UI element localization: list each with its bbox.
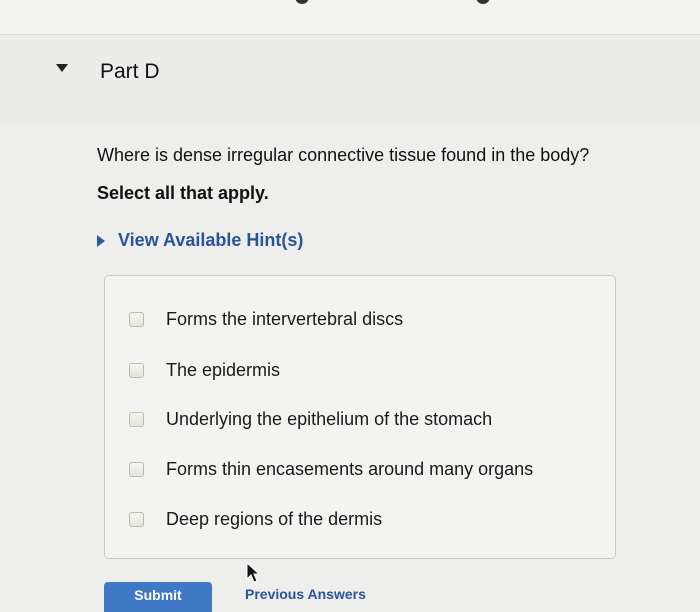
option-checkbox[interactable] — [129, 512, 144, 527]
previous-answers-link[interactable]: Previous Answers — [245, 586, 366, 602]
caret-right-icon — [97, 234, 105, 247]
option-intervertebral-discs[interactable]: Forms the intervertebral discs — [129, 309, 403, 330]
part-title: Part D — [100, 60, 160, 83]
arrow-cursor-icon — [246, 562, 260, 583]
option-epidermis[interactable]: The epidermis — [129, 360, 280, 381]
option-stomach-epithelium[interactable]: Underlying the epithelium of the stomach — [129, 409, 492, 430]
question-text: Where is dense irregular connective tiss… — [97, 145, 590, 165]
option-dermis[interactable]: Deep regions of the dermis — [129, 509, 382, 530]
caret-down-icon[interactable] — [56, 64, 68, 72]
question-instruction: Select all that apply. — [97, 183, 269, 203]
option-checkbox[interactable] — [129, 462, 144, 477]
view-hints-label: View Available Hint(s) — [118, 230, 304, 250]
option-checkbox[interactable] — [129, 312, 144, 327]
option-organ-encasements[interactable]: Forms thin encasements around many organ… — [129, 459, 533, 480]
top-dot-icon — [476, 0, 490, 4]
option-label: The epidermis — [166, 360, 281, 380]
option-label: Forms thin encasements around many organ… — [166, 459, 534, 479]
top-strip — [0, 0, 700, 35]
option-checkbox[interactable] — [129, 363, 144, 378]
answer-options-panel: Forms the intervertebral discs The epide… — [104, 275, 616, 559]
option-label: Forms the intervertebral discs — [166, 309, 404, 329]
view-hints-toggle[interactable]: View Available Hint(s) — [97, 230, 303, 251]
option-label: Underlying the epithelium of the stomach — [166, 409, 493, 429]
top-dot-icon — [295, 0, 309, 4]
submit-button[interactable]: Submit — [104, 582, 212, 612]
option-label: Deep regions of the dermis — [166, 509, 383, 529]
option-checkbox[interactable] — [129, 412, 144, 427]
